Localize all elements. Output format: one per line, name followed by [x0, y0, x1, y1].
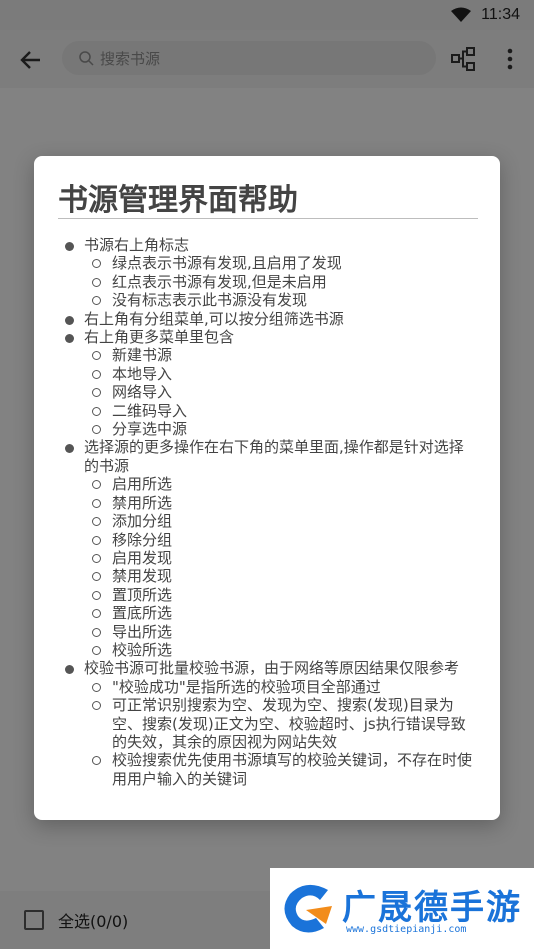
help-item: 右上角更多菜单里包含 新建书源 本地导入 网络导入 二维码导入 分享选中源 — [62, 328, 474, 438]
help-subitem: 校验所选 — [90, 641, 474, 659]
help-content[interactable]: 书源右上角标志 绿点表示书源有发现,且启用了发现 红点表示书源有发现,但是未启用 没有… — [62, 236, 474, 796]
help-subitem: 移除分组 — [90, 531, 474, 549]
help-sublist: "校验成功"是指所选的校验项目全部通过 可正常识别搜索为空、发现为空、搜索(发现)… — [90, 678, 474, 788]
help-dialog: 书源管理界面帮助 书源右上角标志 绿点表示书源有发现,且启用了发现 红点表示书源有发… — [34, 156, 500, 820]
help-subitem: 禁用所选 — [90, 494, 474, 512]
help-subitem: "校验成功"是指所选的校验项目全部通过 — [90, 678, 474, 696]
help-subitem: 新建书源 — [90, 346, 474, 364]
help-subitem: 置底所选 — [90, 604, 474, 622]
title-divider — [58, 218, 478, 219]
help-sublist: 绿点表示书源有发现,且启用了发现 红点表示书源有发现,但是未启用 没有标志表示此书源… — [90, 254, 474, 309]
help-item: 书源右上角标志 绿点表示书源有发现,且启用了发现 红点表示书源有发现,但是未启用 没有… — [62, 236, 474, 310]
dialog-title: 书源管理界面帮助 — [58, 183, 298, 218]
watermark: 广晟德手游 www.gsdtiepianji.com — [270, 868, 534, 949]
help-subitem: 二维码导入 — [90, 402, 474, 420]
help-subitem: 绿点表示书源有发现,且启用了发现 — [90, 254, 474, 272]
help-item-text: 校验书源可批量校验书源，由于网络等原因结果仅限参考 — [84, 659, 460, 678]
help-subitem: 分享选中源 — [90, 420, 474, 438]
help-sublist: 新建书源 本地导入 网络导入 二维码导入 分享选中源 — [90, 346, 474, 438]
help-item-text: 书源右上角标志 — [84, 236, 190, 254]
help-item: 选择源的更多操作在右下角的菜单里面,操作都是针对选择的书源 启用所选 禁用所选 添加分… — [62, 438, 474, 659]
help-subitem: 启用发现 — [90, 549, 474, 567]
help-subitem: 校验搜索优先使用书源填写的校验关键词，不存在时使用用户输入的关键词 — [90, 751, 474, 788]
help-subitem: 导出所选 — [90, 623, 474, 641]
help-sublist: 启用所选 禁用所选 添加分组 移除分组 启用发现 禁用发现 置顶所选 置底所选 导出所选 校验所选 — [90, 475, 474, 659]
help-subitem: 添加分组 — [90, 512, 474, 530]
brand-logo-icon — [284, 884, 332, 933]
help-subitem: 红点表示书源有发现,但是未启用 — [90, 273, 474, 291]
help-item-text: 右上角更多菜单里包含 — [84, 328, 235, 347]
help-subitem: 启用所选 — [90, 475, 474, 493]
help-item: 右上角有分组菜单,可以按分组筛选书源 — [62, 310, 474, 328]
watermark-brand: 广晟德手游 — [342, 888, 522, 928]
help-subitem: 没有标志表示此书源没有发现 — [90, 291, 474, 309]
help-item-text: 右上角有分组菜单,可以按分组筛选书源 — [84, 309, 344, 328]
help-list: 书源右上角标志 绿点表示书源有发现,且启用了发现 红点表示书源有发现,但是未启用 没有… — [62, 236, 474, 788]
help-subitem: 本地导入 — [90, 365, 474, 383]
help-item: 校验书源可批量校验书源，由于网络等原因结果仅限参考 "校验成功"是指所选的校验项目… — [62, 659, 474, 788]
help-item-text: 选择源的更多操作在右下角的菜单里面,操作都是针对选择的书源 — [84, 438, 464, 475]
help-subitem: 置顶所选 — [90, 586, 474, 604]
watermark-url: www.gsdtiepianji.com — [346, 924, 467, 935]
help-subitem: 可正常识别搜索为空、发现为空、搜索(发现)目录为空、搜索(发现)正文为空、校验超… — [90, 696, 474, 751]
help-subitem: 禁用发现 — [90, 567, 474, 585]
help-subitem: 网络导入 — [90, 383, 474, 401]
